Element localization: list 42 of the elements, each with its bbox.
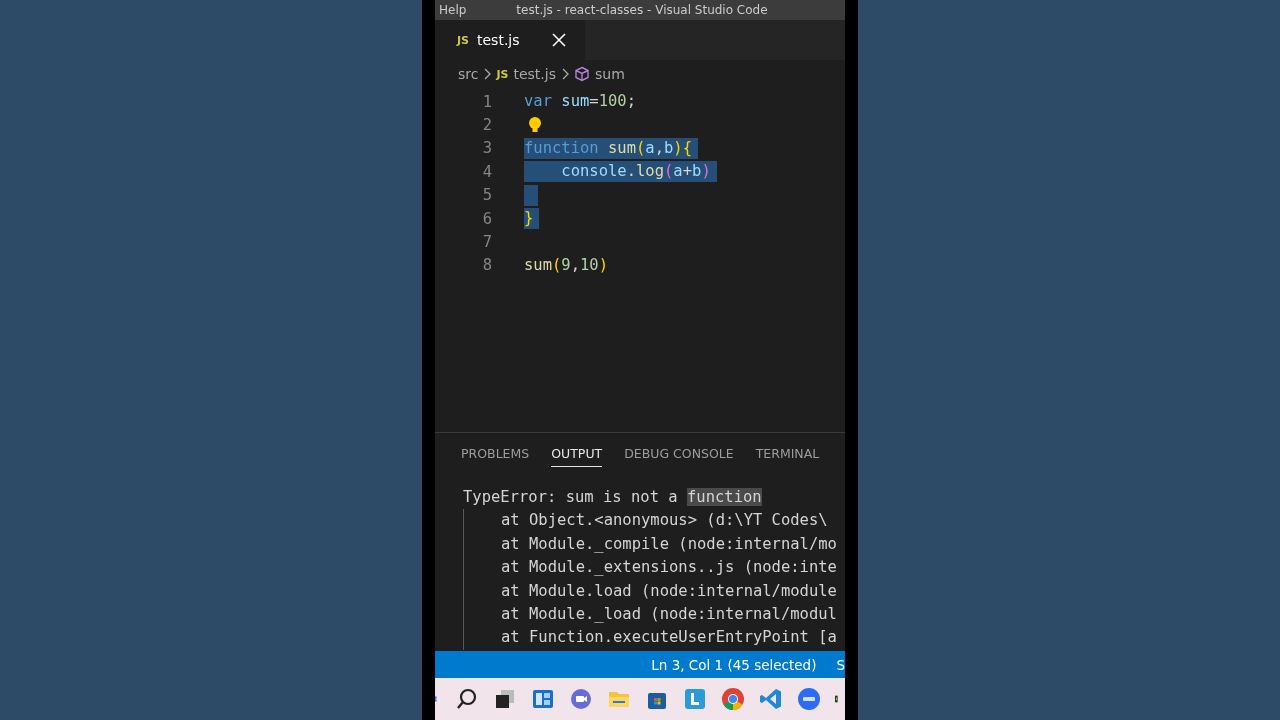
breadcrumb-item[interactable]: src xyxy=(458,66,479,82)
chat-icon[interactable] xyxy=(569,687,593,711)
panel-tab[interactable]: TERMINAL xyxy=(755,439,820,467)
task-view-icon[interactable] xyxy=(493,687,517,711)
line-number: 3 xyxy=(481,139,493,158)
chevron-icon xyxy=(561,68,569,80)
code-line: var sum=100; xyxy=(524,91,636,113)
line-number: 6 xyxy=(481,209,493,228)
stack-trace-line: at Module._load (node:internal/modul xyxy=(501,603,838,625)
breadcrumb-item[interactable]: sum xyxy=(595,66,625,82)
stack-trace-line: at Object.<anonymous> (d:\YT Codes\ xyxy=(501,510,829,532)
error-message: TypeError: sum is not a function xyxy=(463,487,763,508)
panel-tab[interactable]: DEBUG CONSOLE xyxy=(624,439,734,467)
stack-trace-line: at Function.executeUserEntryPoint [a xyxy=(501,627,838,649)
window-title: test.js - react-classes - Visual Studio Code xyxy=(516,3,768,17)
breadcrumb-item[interactable]: test.js xyxy=(513,66,556,82)
cursor-position[interactable]: Ln 3, Col 1 (45 selected) xyxy=(651,656,817,673)
line-number: 4 xyxy=(481,162,493,181)
line-number: 7 xyxy=(481,233,493,252)
panel-tab[interactable]: OUTPUT xyxy=(551,439,603,467)
video-app-icon[interactable] xyxy=(797,687,821,711)
line-number: 1 xyxy=(481,92,493,111)
code-editor-icon[interactable] xyxy=(759,687,783,711)
stack-trace-line: at Module._compile (node:internal/mo xyxy=(501,533,838,555)
panel-tab[interactable]: PROBLEMS xyxy=(461,439,530,467)
widgets-icon[interactable] xyxy=(531,687,555,711)
status-item[interactable]: S xyxy=(836,656,845,673)
chevron-icon xyxy=(483,68,492,80)
cube-icon xyxy=(574,66,590,82)
browser-icon[interactable] xyxy=(721,687,745,711)
editor-tab[interactable]: JS test.js xyxy=(435,20,585,60)
line-number: 5 xyxy=(481,186,493,205)
tab-label: test.js xyxy=(477,32,521,48)
stack-trace-line: at Module._extensions..js (node:inte xyxy=(501,557,838,579)
menu-item[interactable]: Help xyxy=(439,3,467,17)
code-line: sum(9,10) xyxy=(524,254,609,276)
file-type-label: JS xyxy=(457,33,469,47)
stack-trace-line: at Module.load (node:internal/module xyxy=(501,580,838,602)
file-type-label: JS xyxy=(496,67,509,81)
line-number: 2 xyxy=(481,116,493,135)
line-number: 8 xyxy=(481,256,493,275)
search-icon[interactable] xyxy=(455,687,479,711)
